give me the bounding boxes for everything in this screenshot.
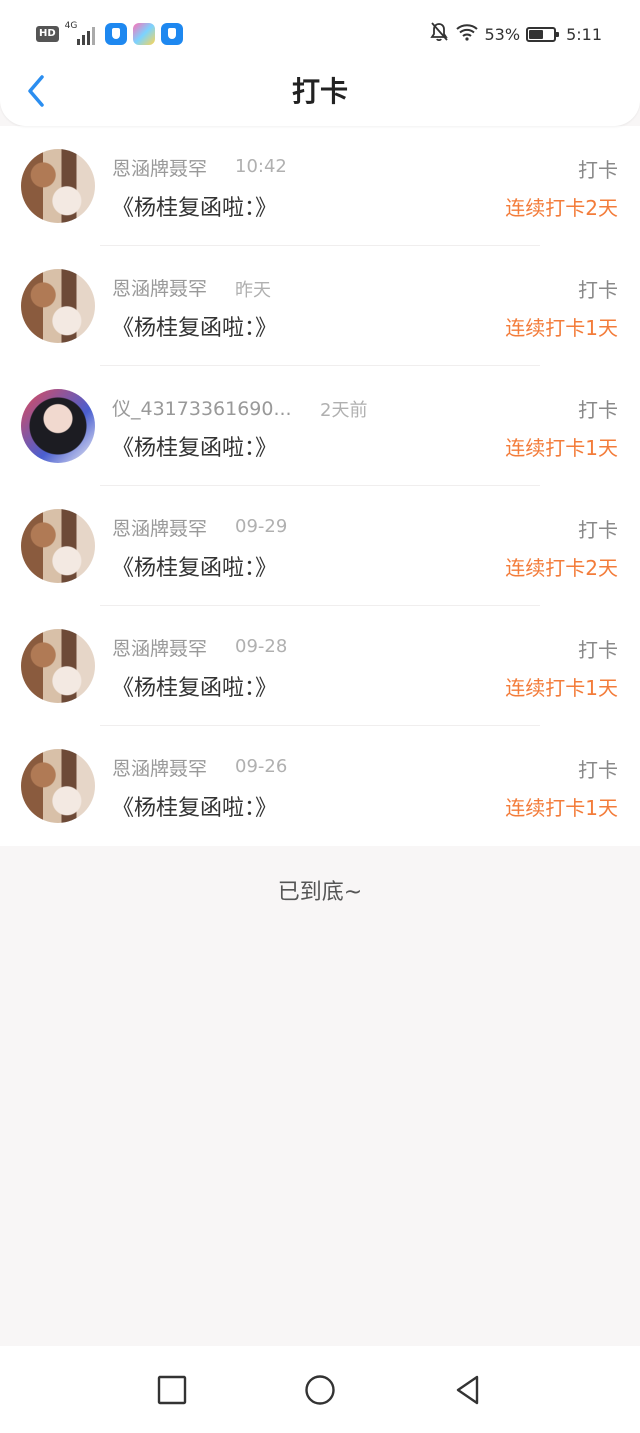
checkin-type-label: 打卡 bbox=[578, 758, 618, 782]
signal-icon: 4G bbox=[64, 21, 99, 45]
avatar[interactable] bbox=[21, 389, 95, 463]
checkin-type-label: 打卡 bbox=[578, 398, 618, 422]
home-button[interactable] bbox=[302, 1372, 338, 1408]
user-name[interactable]: 恩涵牌聂罕 bbox=[112, 634, 207, 661]
status-left: HD 4G bbox=[36, 21, 183, 46]
checkin-content: 《杨桂复函啦：》 bbox=[112, 316, 278, 341]
page-title: 打卡 bbox=[291, 75, 348, 108]
checkin-content: 《杨桂复函啦：》 bbox=[112, 556, 278, 581]
checkin-row[interactable]: 恩涵牌聂罕 09-28 《杨桂复函啦：》 打卡连续打卡1天 bbox=[0, 606, 640, 726]
checkin-content: 《杨桂复函啦：》 bbox=[112, 436, 278, 461]
end-of-list-text: 已到底~ bbox=[277, 880, 363, 905]
checkin-row[interactable]: 恩涵牌聂罕 09-26 《杨桂复函啦：》 打卡连续打卡1天 bbox=[0, 726, 640, 846]
clock: 5:11 bbox=[566, 24, 602, 44]
user-name[interactable]: 恩涵牌聂罕 bbox=[112, 154, 207, 181]
checkin-time: 昨天 bbox=[235, 280, 271, 301]
checkin-content: 《杨桂复函啦：》 bbox=[112, 796, 278, 821]
system-nav-bar bbox=[0, 1346, 640, 1433]
checkin-content: 《杨桂复函啦：》 bbox=[112, 676, 278, 701]
checkin-time: 2天前 bbox=[320, 400, 368, 421]
checkin-type-label: 打卡 bbox=[578, 518, 618, 542]
streak-badge: 连续打卡2天 bbox=[505, 556, 618, 580]
shield-app-icon bbox=[104, 23, 127, 45]
checkin-time: 09-29 bbox=[235, 516, 288, 537]
checkin-row[interactable]: 仪_43173361690... 2天前《杨桂复函啦：》 打卡连续打卡1天 bbox=[0, 366, 640, 486]
shield-app-icon bbox=[160, 23, 183, 45]
checkin-row[interactable]: 恩涵牌聂罕 10:42 《杨桂复函啦：》 打卡连续打卡2天 bbox=[0, 126, 640, 246]
checkin-type-label: 打卡 bbox=[578, 638, 618, 662]
network-type: 4G bbox=[64, 21, 78, 31]
checkin-type-label: 打卡 bbox=[578, 278, 618, 302]
avatar[interactable] bbox=[21, 149, 95, 223]
streak-badge: 连续打卡1天 bbox=[505, 676, 618, 700]
checkin-time: 09-28 bbox=[235, 636, 288, 657]
square-icon bbox=[157, 1375, 187, 1405]
avatar[interactable] bbox=[21, 749, 95, 823]
avatar[interactable] bbox=[21, 269, 95, 343]
back-nav-button[interactable] bbox=[450, 1372, 486, 1408]
avatar[interactable] bbox=[21, 629, 95, 703]
checkin-list: 恩涵牌聂罕 10:42 《杨桂复函啦：》 打卡 连续打卡2天 恩涵牌聂罕 昨天 《杨桂复函啦：… bbox=[0, 126, 640, 846]
streak-badge: 连续打卡1天 bbox=[505, 316, 618, 340]
circle-icon bbox=[305, 1375, 335, 1405]
battery-percent: 53% bbox=[484, 24, 521, 44]
user-name[interactable]: 仪_43173361690... bbox=[112, 394, 292, 421]
streak-badge: 连续打卡2天 bbox=[505, 196, 618, 220]
hd-icon: HD bbox=[36, 26, 59, 42]
checkin-row[interactable]: 恩涵牌聂罕 昨天《杨桂复函啦：》 打卡连续打卡1天 bbox=[0, 246, 640, 366]
status-right: 53% 5:11 bbox=[423, 20, 602, 48]
wifi-icon bbox=[455, 23, 479, 45]
checkin-row[interactable]: 恩涵牌聂罕 09-29 《杨桂复函啦：》 打卡连续打卡2天 bbox=[0, 486, 640, 606]
battery-icon bbox=[526, 26, 560, 42]
user-name[interactable]: 恩涵牌聂罕 bbox=[112, 514, 207, 541]
checkin-time: 09-26 bbox=[235, 756, 288, 777]
avatar[interactable] bbox=[21, 509, 95, 583]
game-app-icon bbox=[132, 23, 155, 45]
checkin-content: 《杨桂复函啦：》 bbox=[112, 196, 278, 221]
header: HD 4G 53% 5:11 打卡 bbox=[0, 0, 640, 126]
triangle-back-icon bbox=[456, 1375, 479, 1405]
bell-off-icon bbox=[429, 21, 449, 47]
user-name[interactable]: 恩涵牌聂罕 bbox=[112, 274, 207, 301]
user-name[interactable]: 恩涵牌聂罕 bbox=[112, 754, 207, 781]
streak-badge: 连续打卡1天 bbox=[505, 796, 618, 820]
recent-apps-button[interactable] bbox=[154, 1372, 190, 1408]
checkin-time: 10:42 bbox=[235, 156, 287, 177]
streak-badge: 连续打卡1天 bbox=[505, 436, 618, 460]
checkin-type-label: 打卡 bbox=[578, 158, 618, 182]
status-bar: HD 4G 53% 5:11 bbox=[0, 0, 640, 66]
